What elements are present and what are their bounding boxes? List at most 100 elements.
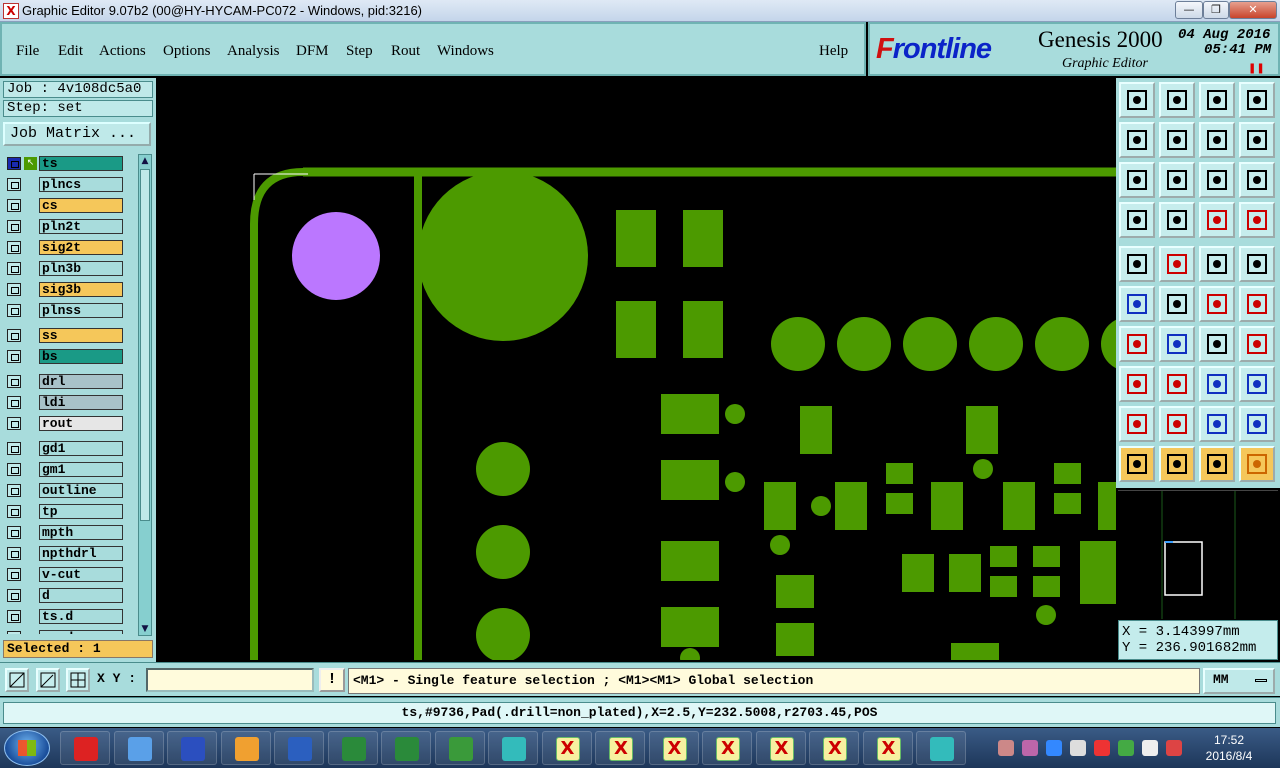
pcb-drawing[interactable] — [158, 80, 1116, 660]
mirror-icon[interactable] — [1239, 326, 1275, 362]
system-clock[interactable]: 17:52 2016/8/4 — [1184, 732, 1274, 764]
layer-row-ldi[interactable]: ldi — [4, 395, 126, 410]
taskbar-pdf-button[interactable] — [434, 731, 485, 765]
layer-row-pln2t[interactable]: pln2t — [4, 219, 126, 234]
layer-name[interactable]: pln3b — [39, 261, 123, 276]
scroll-thumb[interactable] — [140, 169, 150, 521]
angle-icon[interactable] — [1159, 406, 1195, 442]
overview-map[interactable] — [1118, 490, 1278, 619]
layer-row-ts-d[interactable]: ts.d — [4, 609, 126, 624]
network-icon[interactable] — [1070, 740, 1086, 756]
line-icon[interactable] — [1119, 326, 1155, 362]
layer-row-cs-d[interactable]: cs.d — [4, 630, 126, 634]
taskbar-cam-window-button[interactable] — [809, 731, 859, 765]
angle-blue-icon[interactable] — [1199, 406, 1235, 442]
layer-name[interactable]: gd1 — [39, 441, 123, 456]
layer-red-2-icon[interactable] — [1239, 202, 1275, 238]
layer-name[interactable]: ts.d — [39, 609, 123, 624]
menu-actions[interactable]: Actions — [99, 42, 146, 60]
select-orange-icon[interactable] — [1199, 446, 1235, 482]
taskbar-genesis-button[interactable] — [60, 731, 110, 765]
layer-row-tp[interactable]: tp — [4, 504, 126, 519]
ruler-icon[interactable] — [1199, 246, 1235, 282]
layer-name[interactable]: drl — [39, 374, 123, 389]
group-icon[interactable] — [1239, 366, 1275, 402]
home-icon[interactable] — [1199, 82, 1235, 118]
angle-snap-icon[interactable] — [36, 668, 60, 692]
taskbar-excel-button[interactable] — [327, 731, 378, 765]
layer-name[interactable]: plncs — [39, 177, 123, 192]
layer-red-icon[interactable] — [1199, 202, 1235, 238]
layer-row-gd1[interactable]: gd1 — [4, 441, 126, 456]
redo-icon[interactable] — [1239, 122, 1275, 158]
minimize-button[interactable]: — — [1175, 1, 1203, 19]
circle-pad-icon[interactable] — [1239, 246, 1275, 282]
zoom-center-icon[interactable] — [1159, 162, 1195, 198]
layer-name[interactable]: outline — [39, 483, 123, 498]
import-icon[interactable] — [1119, 122, 1155, 158]
line-red-icon[interactable] — [1159, 326, 1195, 362]
menu-windows[interactable]: Windows — [437, 42, 494, 60]
layer-row-outline[interactable]: outline — [4, 483, 126, 498]
taskbar-viewer-button[interactable] — [488, 731, 538, 765]
route-icon[interactable] — [1239, 446, 1275, 482]
taskbar-cam-window-button[interactable] — [595, 731, 645, 765]
taskbar-viewer-button[interactable] — [916, 731, 966, 765]
taskbar-excel-button[interactable] — [381, 731, 431, 765]
warning-button[interactable]: ! — [319, 668, 345, 692]
menu-help[interactable]: Help — [819, 42, 848, 60]
menu-step[interactable]: Step — [346, 42, 373, 60]
layer-row-d[interactable]: d — [4, 588, 126, 603]
tray-icon-1[interactable] — [998, 740, 1014, 756]
layer-name[interactable]: tp — [39, 504, 123, 519]
open-job-icon[interactable] — [1119, 82, 1155, 118]
restore-button[interactable]: ❐ — [1203, 1, 1229, 19]
grid-snap-icon[interactable] — [66, 668, 90, 692]
layer-checkbox[interactable] — [7, 350, 21, 363]
layer-checkbox[interactable] — [7, 463, 21, 476]
layer-name[interactable]: d — [39, 588, 123, 603]
pause-icon[interactable]: ❚❚ — [1248, 64, 1265, 74]
taskbar-cam-window-button[interactable] — [702, 731, 752, 765]
layer-checkbox[interactable] — [7, 241, 21, 254]
taskbar-cam-window-button[interactable] — [648, 731, 699, 765]
line-h-icon[interactable] — [1159, 366, 1195, 402]
snap-icon[interactable] — [1119, 366, 1155, 402]
layer-scrollbar[interactable]: ▲ ▼ — [138, 154, 152, 636]
angle-wave-icon[interactable] — [1239, 406, 1275, 442]
xy-input[interactable] — [146, 668, 314, 692]
layer-row-plncs[interactable]: plncs — [4, 177, 126, 192]
taskbar-shell-button[interactable] — [220, 731, 271, 765]
layer-checkbox[interactable] — [7, 283, 21, 296]
taskbar-cam-window-button[interactable] — [541, 731, 592, 765]
layer-name[interactable]: rout — [39, 416, 123, 431]
menu-analysis[interactable]: Analysis — [227, 42, 280, 60]
layer-row-bs[interactable]: bs — [4, 349, 126, 364]
taskbar-word-button[interactable] — [274, 731, 324, 765]
layer-checkbox[interactable] — [7, 220, 21, 233]
layer-checkbox[interactable] — [7, 484, 21, 497]
layer-name[interactable]: gm1 — [39, 462, 123, 477]
help-icon[interactable] — [1239, 162, 1275, 198]
menu-file[interactable]: File — [16, 42, 39, 60]
layer-row-ts[interactable]: ts ↖ — [4, 156, 126, 171]
layer-row-rout[interactable]: rout — [4, 416, 126, 431]
polygon-icon[interactable] — [1159, 246, 1195, 282]
layer-checkbox[interactable] — [7, 505, 21, 518]
menu-rout[interactable]: Rout — [391, 42, 420, 60]
snap-mode-icon[interactable] — [5, 668, 29, 692]
arc-icon[interactable] — [1199, 326, 1235, 362]
menu-dfm[interactable]: DFM — [296, 42, 329, 60]
layer-name[interactable]: cs — [39, 198, 123, 213]
layer-checkbox[interactable] — [7, 396, 21, 409]
menu-options[interactable]: Options — [163, 42, 211, 60]
layer-name[interactable]: v-cut — [39, 567, 123, 582]
layer-row-ss[interactable]: ss — [4, 328, 126, 343]
volume-icon[interactable] — [1142, 740, 1158, 756]
undo-icon[interactable] — [1199, 122, 1235, 158]
dimension-icon[interactable] — [1199, 366, 1235, 402]
layer-checkbox[interactable] — [7, 157, 21, 170]
tray-icon-5[interactable] — [1094, 740, 1110, 756]
scroll-down-icon[interactable]: ▼ — [139, 623, 151, 635]
menu-edit[interactable]: Edit — [58, 42, 83, 60]
